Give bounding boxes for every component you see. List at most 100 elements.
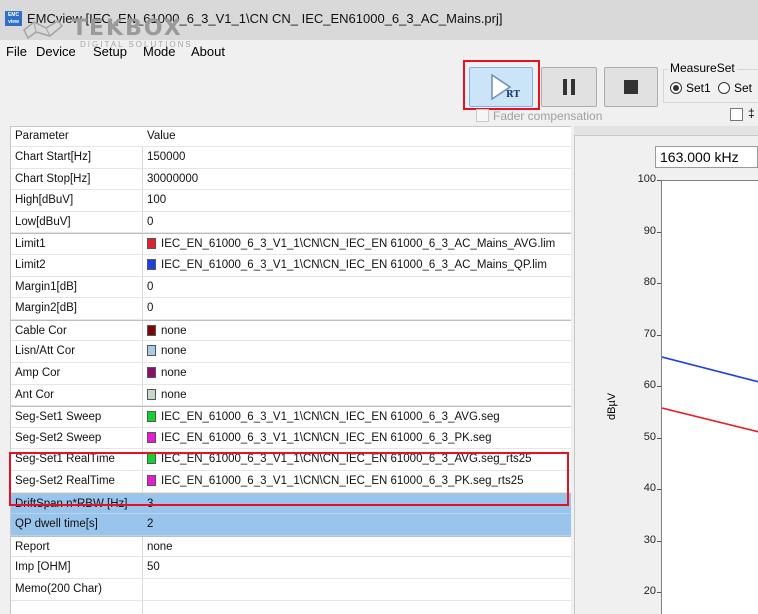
y-tick-label: 50 (643, 430, 656, 443)
param-value[interactable]: none (147, 324, 187, 337)
param-value[interactable]: IEC_EN_61000_6_3_V1_1\CN\CN_IEC_EN 61000… (147, 238, 555, 250)
grid-header-param: Parameter (15, 130, 69, 142)
param-name: Margin1[dB] (15, 280, 78, 293)
radio-set1-label: Set1 (686, 81, 711, 95)
grid-row[interactable]: Ant Cor none (11, 385, 571, 407)
stop-button[interactable] (604, 67, 658, 107)
param-value[interactable]: IEC_EN_61000_6_3_V1_1\CN\CN_IEC_EN 61000… (147, 431, 492, 444)
param-value-text: 0 (147, 302, 154, 315)
param-value-text: 150000 (147, 151, 186, 163)
param-value[interactable]: IEC_EN_61000_6_3_V1_1\CN\CN_IEC_EN 61000… (147, 411, 500, 423)
y-tick-mark (657, 386, 661, 387)
radio-set1-circle[interactable] (670, 82, 682, 94)
param-name: Low[dBuV] (15, 215, 71, 228)
param-value[interactable]: 150000 (147, 151, 185, 163)
param-value[interactable]: IEC_EN_61000_6_3_V1_1\CN\CN_IEC_EN 61000… (147, 259, 547, 271)
radio-set1[interactable]: Set1 (670, 81, 711, 95)
grid-row[interactable]: Amp Cor none (11, 363, 571, 385)
grid-row[interactable]: Chart Stop[Hz] 30000000 (11, 169, 571, 191)
y-tick-label: 40 (643, 482, 656, 494)
spectrum-plot[interactable] (661, 180, 758, 614)
param-value-text: IEC_EN_61000_6_3_V1_1\CN\CN_IEC_EN 61000… (161, 431, 492, 444)
color-swatch[interactable] (147, 345, 156, 357)
color-swatch[interactable] (147, 367, 156, 378)
grid-row[interactable]: Low[dBuV] 0 (11, 212, 571, 234)
grid-row[interactable]: Seg-Set2 Sweep IEC_EN_61000_6_3_V1_1\CN\C… (11, 428, 571, 450)
color-swatch[interactable] (147, 411, 156, 423)
grid-row[interactable]: Cable Cor none (11, 319, 571, 342)
grid-row[interactable]: Limit1 IEC_EN_61000_6_3_V1_1\CN\CN_IEC_EN… (11, 233, 571, 255)
measureset-label: MeasureSet (668, 61, 737, 75)
y-tick-mark (657, 231, 661, 233)
param-value-text: none (147, 540, 173, 553)
param-value[interactable]: 0 (147, 281, 153, 293)
param-name: Margin2[dB] (15, 302, 78, 315)
grid-row[interactable]: Lisn/Att Cor none (11, 341, 571, 363)
param-value-text: none (161, 324, 187, 337)
pause-button[interactable] (541, 67, 597, 107)
param-value[interactable]: 2 (147, 518, 153, 530)
radio-set2-circle[interactable] (718, 82, 730, 94)
radio-set2-label: Set (734, 81, 753, 95)
color-swatch[interactable] (147, 324, 156, 336)
grid-row[interactable]: Report none (11, 535, 571, 558)
grid-row[interactable]: High[dBuV] 100 (11, 190, 571, 212)
param-value[interactable]: none (147, 367, 187, 379)
y-tick-mark (657, 283, 661, 284)
fader-compensation-checkbox[interactable]: Fader compensation (476, 109, 602, 123)
grid-row[interactable]: Memo(200 Char) (11, 579, 571, 601)
param-value[interactable]: none (147, 388, 187, 401)
limit2-line (662, 356, 758, 383)
param-value-text: none (161, 388, 187, 401)
param-value[interactable]: 100 (147, 194, 166, 206)
param-name: Seg-Set1 Sweep (15, 411, 102, 424)
param-value-text: 50 (147, 561, 160, 574)
param-value-text: 2 (147, 518, 154, 531)
param-name: QP dwell time[s] (15, 518, 98, 531)
param-value[interactable]: none (147, 345, 187, 357)
param-name: Imp [OHM] (15, 561, 71, 574)
param-value-text: IEC_EN_61000_6_3_V1_1\CN\CN_IEC_EN 61000… (161, 259, 547, 271)
stop-icon (624, 80, 638, 94)
y-tick-label: 20 (643, 585, 656, 597)
double-dagger-icon: ‡ (748, 106, 755, 120)
param-value[interactable]: 0 (147, 216, 153, 228)
color-swatch[interactable] (147, 259, 156, 270)
y-tick-label: 80 (643, 276, 656, 288)
param-name: Ant Cor (15, 388, 54, 401)
realtime-rows-highlight-box (9, 452, 569, 506)
y-tick-label: 70 (643, 327, 656, 340)
grid-row[interactable]: QP dwell time[s] 2 (11, 514, 571, 536)
grid-row[interactable]: Margin1[dB] 0 (11, 277, 571, 299)
param-value[interactable]: 0 (147, 302, 153, 314)
parameter-grid: Parameter Value Chart Start[Hz] 150000 Chart… (10, 126, 571, 614)
measureset-extra-checkbox[interactable] (730, 108, 743, 121)
param-value[interactable]: 50 (147, 561, 160, 573)
param-value-text: 0 (147, 215, 154, 228)
param-name: Chart Start[Hz] (15, 151, 92, 163)
radio-set2[interactable]: Set (718, 81, 752, 95)
param-name: Report (15, 540, 50, 553)
y-axis-label: dBµV (606, 392, 618, 420)
param-value[interactable]: none (147, 541, 173, 553)
color-swatch[interactable] (147, 238, 156, 250)
param-value[interactable]: 30000000 (147, 173, 198, 185)
grid-row[interactable]: Margin2[dB] 0 (11, 298, 571, 320)
param-value-text: IEC_EN_61000_6_3_V1_1\CN\CN_IEC_EN 61000… (161, 411, 500, 424)
y-tick-mark (657, 489, 661, 490)
param-name: Lisn/Att Cor (15, 345, 76, 358)
y-tick-mark (657, 540, 661, 542)
param-name: Cable Cor (15, 324, 67, 337)
limit1-line (662, 407, 758, 433)
grid-row[interactable]: Seg-Set1 Sweep IEC_EN_61000_6_3_V1_1\CN\C… (11, 406, 571, 428)
grid-row[interactable]: Limit2 IEC_EN_61000_6_3_V1_1\CN\CN_IEC_EN… (11, 255, 571, 277)
grid-row[interactable]: Chart Start[Hz] 150000 (11, 147, 571, 169)
param-name: Chart Stop[Hz] (15, 172, 91, 185)
param-name: Seg-Set2 Sweep (15, 431, 102, 444)
fader-checkbox-box[interactable] (476, 109, 489, 122)
grid-row[interactable]: Imp [OHM] 50 (11, 557, 571, 579)
param-name: Limit1 (15, 238, 46, 251)
grid-header-row: Parameter Value (11, 127, 571, 147)
color-swatch[interactable] (147, 431, 156, 443)
color-swatch[interactable] (147, 388, 156, 400)
